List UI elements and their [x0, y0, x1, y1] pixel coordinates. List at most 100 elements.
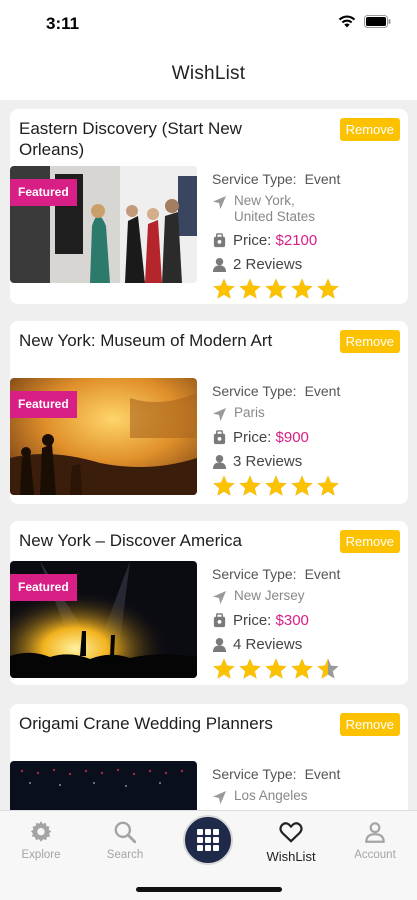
service-type-label: Service Type: [212, 171, 297, 187]
location-text: Paris [234, 405, 265, 420]
remove-button[interactable]: Remove [339, 713, 400, 736]
location-row: Paris [212, 405, 402, 422]
price-label: Price: [233, 429, 272, 446]
card-info: Service Type: Event Los Angeles [212, 766, 402, 805]
wishlist-content[interactable]: Eastern Discovery (Start New Orleans) Re… [0, 100, 417, 810]
star-icon [291, 475, 313, 496]
location-text: Los Angeles [234, 788, 308, 803]
price-row: Price: $300 [212, 612, 402, 629]
star-icon [213, 278, 235, 299]
reviews-row: 2 Reviews [212, 256, 402, 273]
wishlist-card[interactable]: Origami Crane Wedding Planners Remove Se… [10, 704, 408, 810]
service-type: Service Type: Event [212, 766, 402, 782]
price-value: $900 [275, 429, 309, 446]
tab-label: Account [354, 849, 396, 861]
service-type: Service Type: Event [212, 171, 402, 187]
home-indicator[interactable] [136, 887, 282, 892]
event-hall-photo [10, 761, 197, 810]
card-image[interactable] [10, 761, 197, 810]
remove-button[interactable]: Remove [339, 530, 400, 553]
tab-label: WishList [266, 849, 316, 864]
service-type-label: Service Type: [212, 383, 297, 399]
card-info: Service Type: Event Paris Price: $900 3 … [212, 383, 402, 498]
status-time: 3:11 [46, 14, 80, 33]
star-icon [291, 278, 313, 299]
tab-account[interactable]: Account [340, 819, 410, 861]
price-label: Price: [233, 612, 272, 629]
location-arrow-icon [212, 195, 227, 210]
wishlist-card[interactable]: New York: Museum of Modern Art Remove Fe… [10, 321, 408, 504]
star-icon [265, 278, 287, 299]
price-row: Price: $900 [212, 429, 402, 446]
tab-label: Search [106, 849, 144, 861]
star-icon [213, 658, 235, 679]
service-type-value: Event [304, 566, 341, 582]
card-image[interactable]: Featured [10, 561, 197, 678]
reviews-row: 4 Reviews [212, 636, 402, 653]
location-text: New York, United States [234, 193, 316, 224]
location-row: New York, United States [212, 193, 402, 225]
card-image[interactable]: Featured [10, 378, 197, 495]
star-icon [317, 475, 339, 496]
reviews-row: 3 Reviews [212, 453, 402, 470]
tab-explore[interactable]: Explore [6, 819, 76, 861]
reviews-count: 2 Reviews [233, 256, 303, 273]
price-value: $300 [275, 612, 309, 629]
star-icon [239, 278, 261, 299]
location-arrow-icon [212, 790, 227, 805]
card-title[interactable]: New York – Discover America [19, 530, 309, 551]
user-icon [365, 822, 385, 843]
service-type: Service Type: Event [212, 383, 402, 399]
location-row: New Jersey [212, 588, 402, 605]
center-menu-button[interactable] [183, 815, 233, 865]
rating-stars [212, 657, 402, 681]
star-icon [239, 475, 261, 496]
service-type-label: Service Type: [212, 766, 297, 782]
location-arrow-icon [212, 407, 227, 422]
card-title[interactable]: Eastern Discovery (Start New Orleans) [19, 118, 309, 160]
card-title[interactable]: New York: Museum of Modern Art [19, 330, 309, 351]
wishlist-card[interactable]: New York – Discover America Remove Featu… [10, 521, 408, 685]
price-label: Price: [233, 232, 272, 249]
star-icon [317, 658, 339, 679]
search-icon [114, 821, 137, 844]
reviewer-icon [212, 454, 227, 469]
battery-icon [364, 15, 391, 28]
tab-search[interactable]: Search [90, 819, 160, 861]
grid-icon [197, 829, 219, 851]
star-icon [213, 475, 235, 496]
status-icons [338, 15, 391, 28]
wifi-icon [338, 15, 356, 28]
price-row: Price: $2100 [212, 232, 402, 249]
status-bar: 3:11 [0, 0, 417, 48]
star-icon [265, 475, 287, 496]
rating-stars [212, 474, 402, 498]
service-type-value: Event [304, 171, 341, 187]
remove-button[interactable]: Remove [339, 118, 400, 141]
reviewer-icon [212, 637, 227, 652]
location-arrow-icon [212, 590, 227, 605]
remove-button[interactable]: Remove [339, 330, 400, 353]
featured-badge: Featured [10, 179, 77, 206]
card-info: Service Type: Event New York, United Sta… [212, 171, 402, 301]
location-text: New Jersey [234, 588, 305, 603]
page-title: WishList [171, 63, 246, 84]
heart-icon [279, 822, 303, 843]
tab-wishlist[interactable]: WishList [256, 819, 326, 864]
star-icon [317, 278, 339, 299]
service-type-value: Event [304, 383, 341, 399]
service-type: Service Type: Event [212, 566, 402, 582]
rating-stars [212, 277, 402, 301]
reviews-count: 3 Reviews [233, 453, 303, 470]
price-tag-icon [213, 613, 226, 628]
card-title[interactable]: Origami Crane Wedding Planners [19, 713, 309, 734]
location-row: Los Angeles [212, 788, 402, 805]
star-icon [265, 658, 287, 679]
tab-label: Explore [21, 849, 61, 861]
featured-badge: Featured [10, 391, 77, 418]
price-value: $2100 [275, 232, 318, 249]
service-type-label: Service Type: [212, 566, 297, 582]
gear-icon [30, 821, 52, 842]
wishlist-card[interactable]: Eastern Discovery (Start New Orleans) Re… [10, 109, 408, 304]
card-image[interactable]: Featured [10, 166, 197, 283]
